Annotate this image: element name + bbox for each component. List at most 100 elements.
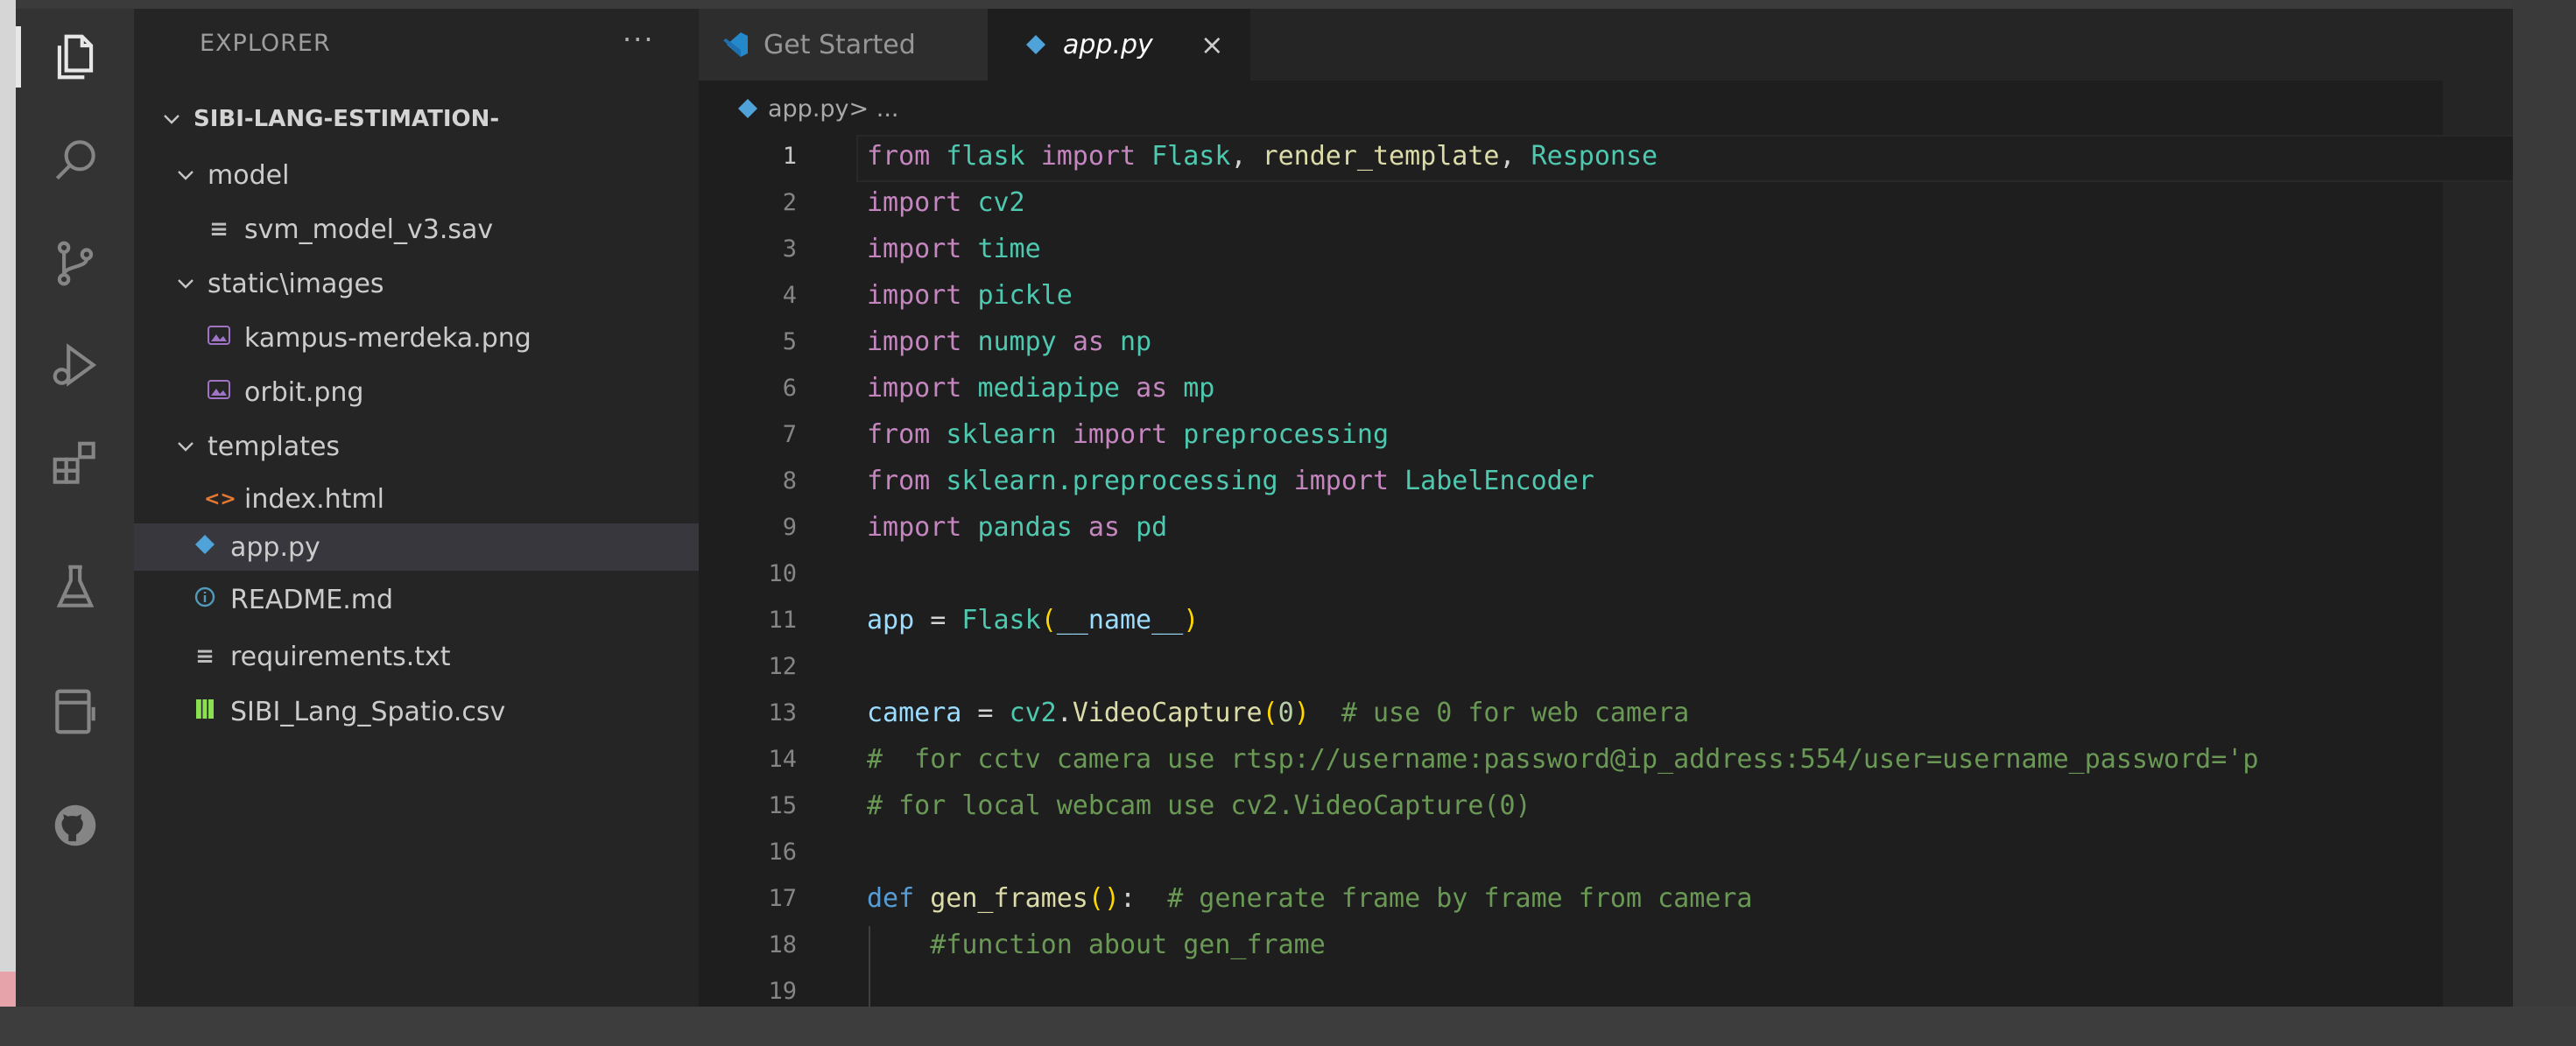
line-number: 16	[768, 839, 797, 866]
activity-run-debug[interactable]	[16, 317, 134, 413]
activity-bar	[16, 9, 134, 1007]
tree-file-index-html[interactable]: <> index.html	[134, 475, 769, 523]
vscode-logo-icon	[721, 31, 750, 59]
line-number: 18	[768, 931, 797, 958]
code-text: from sklearn import preprocessing	[867, 419, 1390, 450]
tree-file-svm-model[interactable]: ≡ svm_model_v3.sav	[134, 206, 769, 253]
line-number: 13	[768, 699, 797, 727]
code-line: 6 import mediapipe as mp	[699, 365, 2513, 411]
activity-remote-explorer[interactable]	[16, 663, 134, 760]
chevron-down-icon	[158, 110, 185, 128]
extensions-icon	[53, 441, 95, 484]
code-line: 4 import pickle	[699, 272, 2513, 319]
code-line: 18 #function about gen_frame	[699, 922, 2513, 968]
code-line: 12	[699, 643, 2513, 690]
tree-item-label: static\images	[208, 268, 384, 299]
line-number: 1	[782, 143, 797, 170]
tree-file-requirements[interactable]: ≡ requirements.txt	[134, 633, 755, 680]
code-line: 16	[699, 829, 2513, 875]
python-file-icon	[1026, 35, 1045, 54]
line-number: 14	[768, 746, 797, 773]
line-number: 7	[782, 421, 797, 448]
code-text: #function about gen_frame	[867, 930, 1326, 960]
screenshot-border-left	[0, 0, 16, 1046]
code-line: 19	[699, 968, 2513, 1007]
code-text: import mediapipe as mp	[867, 373, 1215, 404]
code-line: 15 # for local webcam use cv2.VideoCaptu…	[699, 783, 2513, 829]
tree-folder-static-images[interactable]: static\images	[134, 260, 737, 307]
tab-label: app.py	[1063, 29, 1153, 60]
activity-source-control[interactable]	[16, 215, 134, 312]
vscode-window: EXPLORER ··· SIBI-LANG-ESTIMATION- model…	[16, 9, 2513, 1007]
csv-file-icon	[190, 699, 220, 725]
code-line: 5 import numpy as np	[699, 319, 2513, 365]
python-file-icon	[738, 99, 757, 118]
code-text: camera = cv2.VideoCapture(0) # use 0 for…	[867, 698, 1690, 728]
code-line: 1 from flask import Flask, render_templa…	[699, 133, 2513, 182]
indent-guide	[869, 926, 870, 1007]
code-line: 17 def gen_frames(): # generate frame by…	[699, 875, 2513, 922]
python-file-icon	[190, 534, 220, 560]
tree-file-readme[interactable]: README.md	[134, 576, 755, 623]
tree-item-label: templates	[208, 431, 341, 462]
tree-file-orbit[interactable]: orbit.png	[134, 369, 769, 416]
tree-file-app-py[interactable]: app.py	[134, 523, 755, 571]
code-line: 14 # for cctv camera use rtsp://username…	[699, 736, 2513, 783]
code-line: 10	[699, 551, 2513, 597]
code-line: 7 from sklearn import preprocessing	[699, 411, 2513, 458]
image-file-icon	[204, 379, 234, 405]
code-text: from sklearn.preprocessing import LabelE…	[867, 466, 1594, 496]
explorer-title: EXPLORER	[200, 30, 331, 57]
tree-item-label: svm_model_v3.sav	[244, 214, 494, 245]
editor-area: Get Started app.py × app.py > ... 1 from…	[699, 9, 2513, 1007]
breadcrumb-file[interactable]: app.py	[768, 95, 849, 123]
screenshot-border-right	[2513, 0, 2576, 1046]
line-number: 19	[768, 978, 797, 1005]
close-icon[interactable]: ×	[1200, 28, 1224, 61]
line-number: 10	[768, 560, 797, 587]
tree-item-label: kampus-merdeka.png	[244, 322, 531, 354]
html-file-icon: <>	[204, 488, 236, 510]
activity-explorer[interactable]	[16, 9, 134, 105]
tab-app-py[interactable]: app.py ×	[988, 9, 1250, 81]
chevron-down-icon	[172, 438, 199, 455]
tab-get-started[interactable]: Get Started	[699, 9, 988, 81]
more-actions-button[interactable]: ···	[623, 23, 655, 56]
run-debug-icon	[53, 343, 96, 387]
tree-item-label: model	[208, 159, 290, 191]
tree-item-label: SIBI-LANG-ESTIMATION-	[194, 106, 500, 132]
tree-item-label: orbit.png	[244, 376, 364, 408]
tree-root-folder[interactable]: SIBI-LANG-ESTIMATION-	[134, 95, 723, 143]
code-line: 3 import time	[699, 226, 2513, 272]
tree-item-label: README.md	[230, 584, 394, 615]
tree-file-kampus-merdeka[interactable]: kampus-merdeka.png	[134, 314, 769, 362]
tree-item-label: requirements.txt	[230, 641, 451, 672]
line-number: 12	[768, 653, 797, 680]
files-icon	[57, 34, 93, 80]
explorer-header: EXPLORER ···	[134, 9, 699, 88]
search-icon	[55, 140, 95, 180]
code-text: from flask import Flask, render_template…	[867, 141, 1658, 172]
info-file-icon	[190, 586, 220, 614]
editor-tab-bar: Get Started app.py ×	[699, 9, 2513, 81]
code-text: def gen_frames(): # generate frame by fr…	[867, 883, 1753, 914]
line-number: 17	[768, 885, 797, 912]
code-text: # for local webcam use cv2.VideoCapture(…	[867, 790, 1531, 821]
image-file-icon	[204, 325, 234, 351]
activity-testing[interactable]	[16, 539, 134, 635]
breadcrumb-symbols[interactable]: > ...	[849, 95, 899, 123]
tree-file-csv[interactable]: SIBI_Lang_Spatio.csv	[134, 688, 755, 735]
screenshot-border-top	[0, 0, 2576, 9]
activity-github[interactable]	[16, 777, 134, 874]
tree-folder-templates[interactable]: templates	[134, 423, 737, 470]
tree-folder-model[interactable]: model	[134, 151, 737, 199]
line-number: 2	[782, 189, 797, 216]
tree-item-label: SIBI_Lang_Spatio.csv	[230, 696, 506, 727]
line-number: 4	[782, 282, 797, 309]
activity-extensions[interactable]	[16, 416, 134, 512]
generic-file-icon: ≡	[195, 643, 215, 670]
line-number: 5	[782, 328, 797, 355]
activity-search[interactable]	[16, 112, 134, 208]
explorer-sidebar: EXPLORER ··· SIBI-LANG-ESTIMATION- model…	[134, 9, 755, 1007]
remote-explorer-icon	[54, 689, 95, 734]
